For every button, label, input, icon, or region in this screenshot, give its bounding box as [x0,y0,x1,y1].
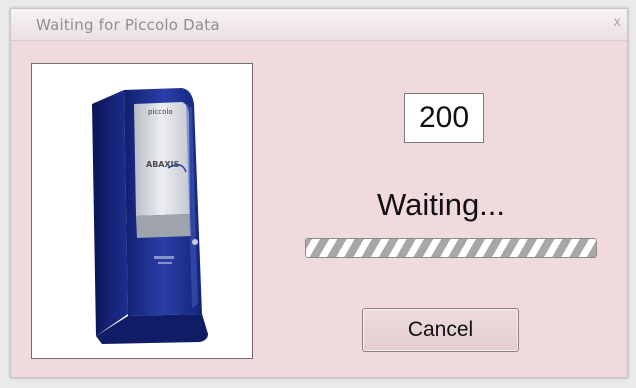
close-icon[interactable]: x [613,15,621,30]
progress-bar [305,238,597,258]
device-label-top: piccolo [148,108,173,116]
window-title: Waiting for Piccolo Data [36,16,220,34]
cancel-button[interactable]: Cancel [362,308,519,352]
sample-counter: 200 [404,93,484,143]
status-text: Waiting... [376,187,506,222]
waiting-dialog: Waiting for Piccolo Data x piccolo ABAXI… [10,8,628,378]
device-image-frame: piccolo ABAXIS [31,63,253,359]
title-bar[interactable]: Waiting for Piccolo Data x [11,9,627,41]
analyzer-device-image: piccolo ABAXIS [92,88,208,344]
progress-fill [306,239,596,257]
